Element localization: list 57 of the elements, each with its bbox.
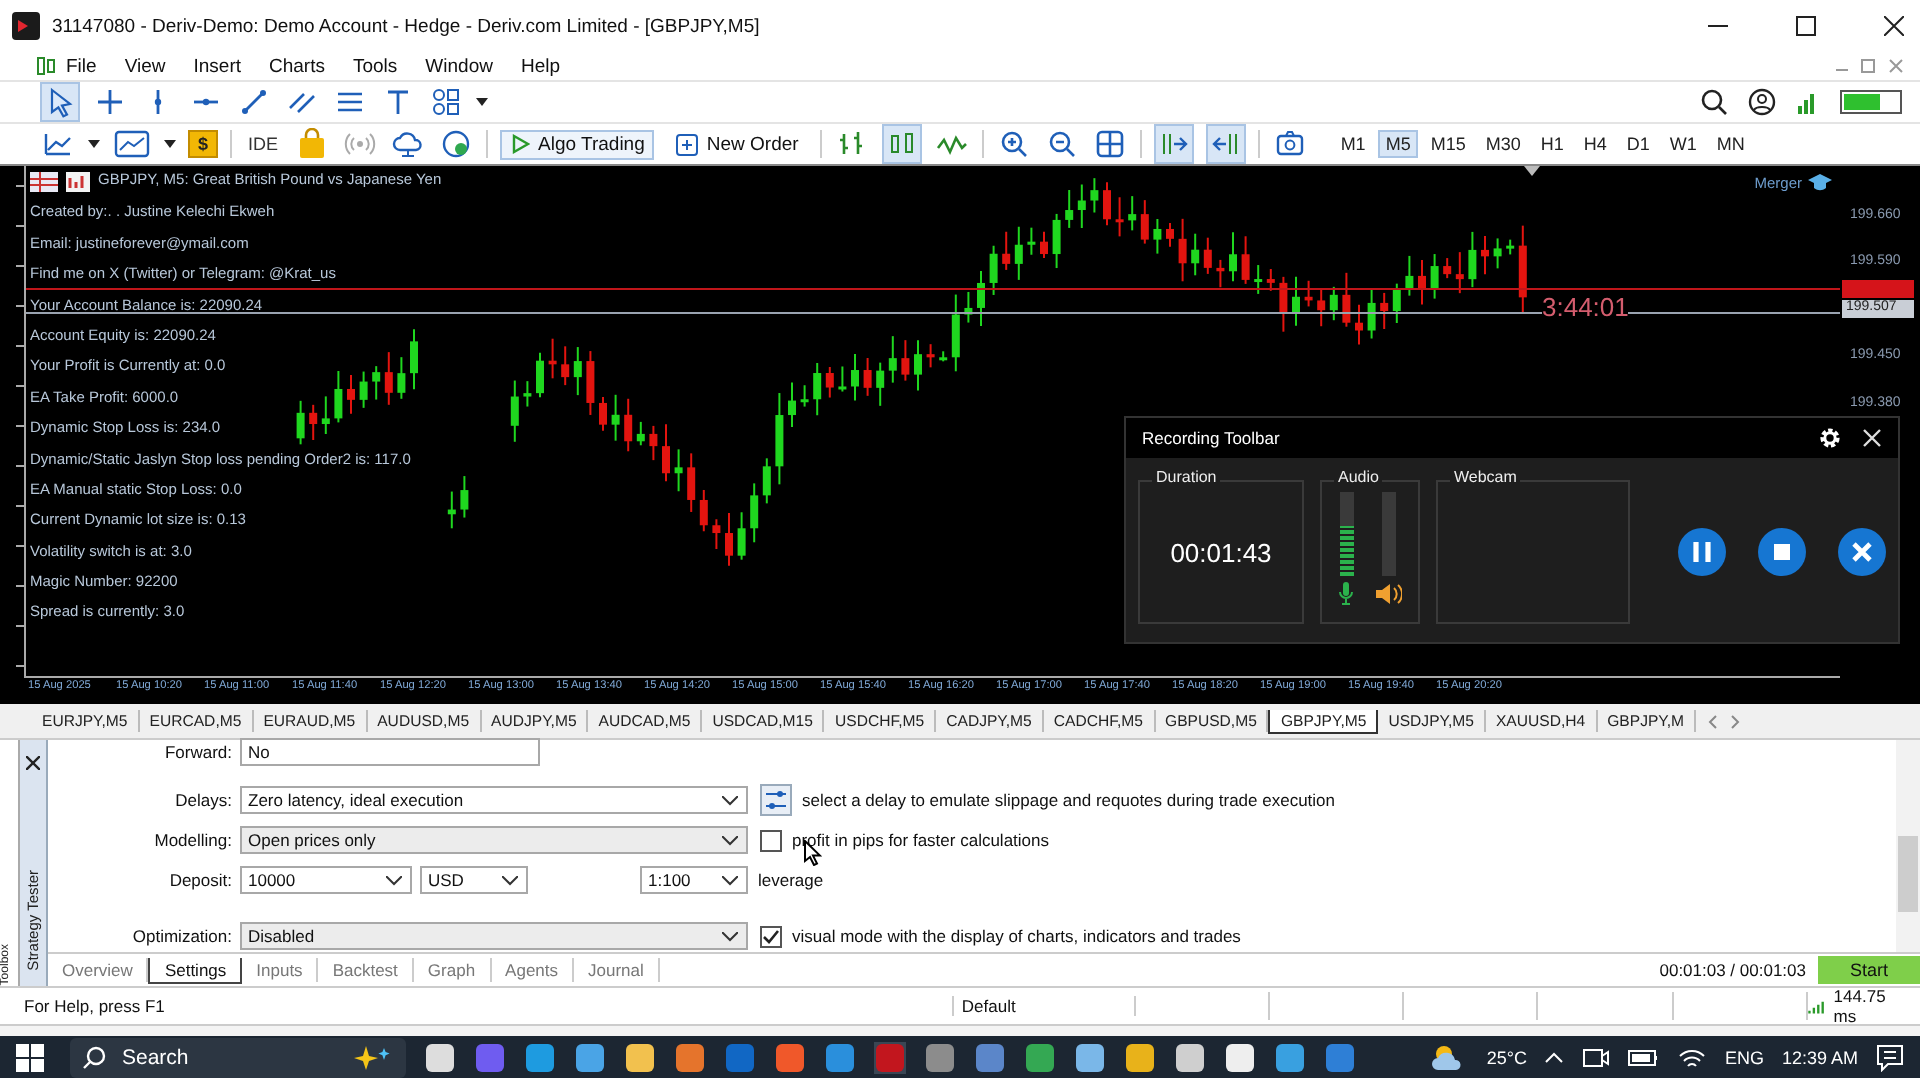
modelling-select[interactable]: Open prices only	[240, 826, 748, 854]
timeframe-button[interactable]: MN	[1708, 130, 1753, 158]
timeframe-button[interactable]: M30	[1477, 130, 1529, 158]
start-button[interactable]: Start	[1818, 956, 1920, 984]
menu-item[interactable]: Window	[415, 55, 511, 77]
optimization-select[interactable]: Disabled	[240, 922, 748, 950]
status-profile: Default	[953, 996, 1136, 1016]
tester-tab[interactable]: Inputs	[242, 958, 319, 982]
window-title: 31147080 - Deriv-Demo: Demo Account - Hedge - Deriv.com Limited - [GBPJPY,M5]	[52, 15, 760, 37]
test-progress-time: 00:01:03 / 00:01:03	[1659, 960, 1806, 980]
taskbar-search-field[interactable]: Search	[70, 1037, 406, 1077]
timeframe-button[interactable]: H1	[1532, 130, 1572, 158]
duration-time: 00:01:43	[1170, 537, 1272, 567]
timeframe-button[interactable]: M5	[1377, 130, 1419, 158]
timeframe-button[interactable]: D1	[1618, 130, 1658, 158]
ide-button[interactable]: IDE	[244, 134, 283, 154]
ping-text: 144.75 ms	[1833, 986, 1888, 1026]
field-label: Modelling:	[152, 830, 234, 850]
tester-tab[interactable]: Graph	[413, 958, 492, 982]
tester-tab[interactable]: Settings	[148, 957, 243, 983]
field-label: Deposit:	[167, 870, 234, 890]
candle-countdown: 3:44:01	[1542, 294, 1629, 322]
menu-item[interactable]: File	[56, 55, 115, 77]
leverage-label: leverage	[758, 870, 824, 890]
field-label: Delays:	[173, 790, 234, 810]
timeframe-button[interactable]: M1	[1332, 130, 1374, 158]
clock-text[interactable]: 12:39 AM	[1781, 1047, 1858, 1067]
dollar-button[interactable]: $	[188, 130, 219, 158]
menu-item[interactable]: Help	[510, 55, 579, 77]
leverage-select[interactable]: 1:100	[640, 866, 748, 894]
delays-hint: select a delay to emulate slippage and requotes during trade execution	[802, 790, 1336, 810]
timeframe-button[interactable]: M15	[1422, 130, 1474, 158]
tester-tab[interactable]: Backtest	[318, 958, 414, 982]
checkbox-label: visual mode with the display of charts, indicators and trades	[792, 926, 1241, 946]
field-label: Forward:	[162, 742, 234, 762]
panel-label: Webcam	[1450, 468, 1521, 486]
language-indicator[interactable]: ENG	[1724, 1047, 1764, 1067]
checkbox-label: profit in pips for faster calculations	[792, 830, 1050, 850]
menu-item[interactable]: View	[114, 55, 184, 77]
menu-item[interactable]: Tools	[342, 55, 416, 77]
panel-label: Audio	[1334, 468, 1383, 486]
recording-toolbar-title: Recording Toolbar	[1142, 428, 1280, 448]
menu-item[interactable]: Charts	[259, 55, 343, 77]
status-help-text: For Help, press F1	[0, 996, 954, 1016]
tester-tab[interactable]: Journal	[574, 958, 660, 982]
panel-label: Duration	[1152, 468, 1221, 486]
timeframe-button[interactable]: H4	[1575, 130, 1615, 158]
forward-select[interactable]: No	[240, 738, 540, 766]
algo-trading-button[interactable]: Algo Trading	[500, 129, 655, 159]
timeframe-button[interactable]: W1	[1661, 130, 1705, 158]
menu-item[interactable]: Insert	[183, 55, 259, 77]
delays-select[interactable]: Zero latency, ideal execution	[240, 786, 748, 814]
field-label: Optimization:	[130, 926, 234, 946]
currency-select[interactable]: USD	[420, 866, 528, 894]
tester-tab[interactable]: Agents	[491, 958, 575, 982]
temperature-text: 25°C	[1486, 1047, 1527, 1067]
deposit-select[interactable]: 10000	[240, 866, 412, 894]
